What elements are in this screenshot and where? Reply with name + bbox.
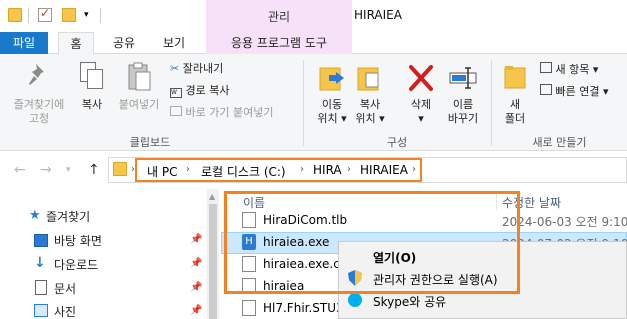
toolbar-divider xyxy=(100,8,101,23)
new-item-label: 새 항목 ▾ xyxy=(555,63,599,76)
nav-item-desktop[interactable]: 바탕 화면 xyxy=(54,232,102,249)
rename-line1: 이름 xyxy=(452,98,474,111)
copy-path-label: 경로 복사 xyxy=(185,84,230,97)
paste-shortcut-label: 바로 가기 붙여넣기 xyxy=(185,106,274,119)
easy-access-button[interactable]: 빠른 연결 ▾ xyxy=(540,84,609,99)
nav-item-downloads[interactable]: 다운로드 xyxy=(54,256,98,273)
desktop-icon xyxy=(34,234,48,247)
delete-line2: ▾ xyxy=(418,112,424,125)
rename-icon xyxy=(448,64,478,92)
pin-label-line1: 즐겨찾기에 xyxy=(13,98,65,111)
rename-line2: 바꾸기 xyxy=(447,112,479,125)
pin-icon xyxy=(28,62,50,90)
move-to-line1: 이동 xyxy=(321,98,343,111)
nav-item-documents[interactable]: 문서 xyxy=(54,280,76,297)
breadcrumb-hiraiea[interactable]: HIRAIEA xyxy=(360,163,408,177)
group-label-organize: 구성 xyxy=(386,136,408,149)
copy-path-icon: W xyxy=(170,88,182,98)
copy-to-line2: 위치 ▾ xyxy=(355,112,385,125)
delete-button[interactable]: 삭제 ▾ xyxy=(400,98,442,126)
delete-line1: 삭제 xyxy=(410,98,432,111)
scrollbar-thumb[interactable] xyxy=(209,204,217,319)
new-folder-icon[interactable] xyxy=(62,8,76,22)
scissors-icon: ✂ xyxy=(170,62,180,75)
toolbar-divider xyxy=(28,8,29,23)
group-label-clipboard: 클립보드 xyxy=(129,136,171,149)
group-label-new: 새로 만들기 xyxy=(532,136,587,149)
new-folder-line2: 폴더 xyxy=(504,112,526,125)
context-menu-skype-share[interactable]: Skype와 공유 xyxy=(373,293,446,310)
breadcrumb-chevron-icon[interactable]: › xyxy=(347,164,351,175)
paste-shortcut-icon xyxy=(170,106,182,116)
dll-file-icon xyxy=(242,300,256,316)
pin-icon[interactable]: 📌 xyxy=(190,282,202,293)
breadcrumb-chevron-icon[interactable]: › xyxy=(300,164,304,175)
pin-label-line2: 고정 xyxy=(28,112,50,125)
copy-to-button[interactable]: 복사 위치 ▾ xyxy=(348,98,392,126)
forward-arrow-icon[interactable]: → xyxy=(40,162,52,178)
tab-app-tools[interactable]: 응용 프로그램 도구 xyxy=(206,32,352,54)
quick-access-dropdown-icon[interactable]: ▾ xyxy=(84,10,89,20)
folder-icon xyxy=(113,162,127,176)
scroll-up-icon[interactable]: ▲ xyxy=(209,192,215,201)
cut-button[interactable]: ✂ 잘라내기 xyxy=(170,62,223,76)
easy-access-icon xyxy=(540,84,552,95)
paste-button[interactable]: 붙여넣기 xyxy=(114,98,164,112)
file-name: Hl7.Fhir.STU3. xyxy=(263,301,348,315)
properties-icon[interactable] xyxy=(38,6,52,22)
move-to-line2: 위치 ▾ xyxy=(317,112,347,125)
pin-icon[interactable]: 📌 xyxy=(190,305,202,316)
tab-home[interactable]: 홈 xyxy=(58,32,94,55)
download-icon: ↓ xyxy=(34,255,46,271)
folder-icon[interactable] xyxy=(8,8,22,22)
new-item-button[interactable]: 새 항목 ▾ xyxy=(540,62,598,77)
recent-locations-chevron-icon[interactable]: ▾ xyxy=(66,165,71,175)
pictures-icon xyxy=(34,304,48,317)
breadcrumb-chevron-icon[interactable]: › xyxy=(412,164,416,175)
new-folder-line1: 새 xyxy=(509,98,521,111)
pin-to-quick-access-button[interactable]: 즐겨찾기에 고정 xyxy=(2,98,76,126)
file-date: 2024-06-03 오전 9:10 xyxy=(502,215,627,229)
breadcrumb-chevron-icon[interactable]: › xyxy=(186,164,190,175)
paste-icon xyxy=(127,62,151,92)
copy-button[interactable]: 복사 xyxy=(74,98,110,112)
delete-icon xyxy=(408,64,434,92)
nav-item-quick-access[interactable]: 즐겨찾기 xyxy=(46,208,90,225)
copy-path-button[interactable]: W 경로 복사 xyxy=(170,84,229,98)
new-folder-icon xyxy=(504,64,526,90)
tab-share[interactable]: 공유 xyxy=(104,32,144,54)
skype-icon xyxy=(348,293,362,307)
manage-tab[interactable]: 관리 xyxy=(206,8,352,25)
easy-access-label: 빠른 연결 ▾ xyxy=(555,85,609,98)
star-icon: ★ xyxy=(29,208,41,223)
copy-icon xyxy=(80,62,104,90)
annotation-highlight xyxy=(224,191,520,294)
documents-icon xyxy=(35,280,47,295)
up-arrow-icon[interactable]: ↑ xyxy=(88,162,100,178)
copy-to-icon xyxy=(356,64,384,92)
new-item-icon xyxy=(540,62,552,73)
pin-icon[interactable]: 📌 xyxy=(190,234,202,245)
tab-view[interactable]: 보기 xyxy=(154,32,194,54)
pin-icon[interactable]: 📌 xyxy=(190,258,202,269)
breadcrumb-hira[interactable]: HIRA xyxy=(313,163,342,177)
copy-to-line1: 복사 xyxy=(359,98,381,111)
nav-item-pictures[interactable]: 사진 xyxy=(54,303,76,319)
move-to-icon xyxy=(318,64,346,92)
breadcrumb-local-disk[interactable]: 로컬 디스크 (C:) xyxy=(201,163,286,180)
cut-label: 잘라내기 xyxy=(182,62,224,75)
back-arrow-icon[interactable]: ← xyxy=(14,162,26,178)
window-title: HIRAIEA xyxy=(354,8,402,22)
paste-shortcut-button[interactable]: 바로 가기 붙여넣기 xyxy=(170,106,273,120)
new-folder-button[interactable]: 새 폴더 xyxy=(496,98,534,126)
tab-file[interactable]: 파일 xyxy=(0,32,48,54)
breadcrumb-this-pc[interactable]: 내 PC xyxy=(147,163,177,180)
rename-button[interactable]: 이름 바꾸기 xyxy=(440,98,486,126)
